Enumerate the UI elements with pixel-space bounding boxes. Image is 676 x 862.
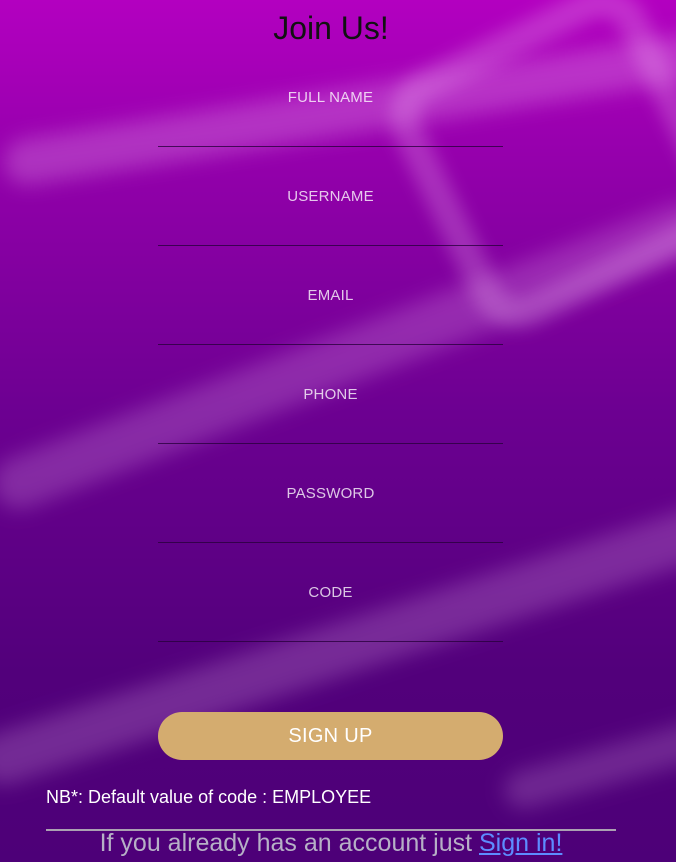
username-input[interactable] [158, 214, 503, 246]
phone-input[interactable] [158, 412, 503, 444]
background-swoosh [499, 704, 676, 814]
password-field: PASSWORD [158, 481, 503, 580]
phone-label: PHONE [303, 386, 358, 403]
code-label: CODE [308, 584, 353, 601]
sign-in-prompt: If you already has an account just Sign … [0, 829, 662, 858]
password-label: PASSWORD [286, 485, 375, 502]
sign-up-button[interactable]: SIGN UP [158, 712, 503, 760]
full-name-input[interactable] [158, 115, 503, 147]
page-title: Join Us! [273, 10, 389, 46]
sign-in-prompt-text: If you already has an account just [99, 829, 479, 857]
signup-page: Join Us! FULL NAME USERNAME EMAIL PHONE … [0, 0, 676, 862]
sign-in-link[interactable]: Sign in! [479, 829, 562, 857]
full-name-label: FULL NAME [287, 89, 374, 106]
signup-form: FULL NAME USERNAME EMAIL PHONE PASSWORD … [158, 85, 503, 679]
username-field: USERNAME [158, 184, 503, 283]
password-input[interactable] [158, 511, 503, 543]
email-label: EMAIL [307, 287, 354, 304]
username-label: USERNAME [287, 188, 374, 205]
phone-field: PHONE [158, 382, 503, 481]
default-code-note: NB*: Default value of code : EMPLOYEE [46, 787, 372, 807]
full-name-field: FULL NAME [158, 85, 503, 184]
email-input[interactable] [158, 313, 503, 345]
email-field: EMAIL [158, 283, 503, 382]
code-input[interactable] [158, 610, 503, 642]
code-field: CODE [158, 580, 503, 679]
